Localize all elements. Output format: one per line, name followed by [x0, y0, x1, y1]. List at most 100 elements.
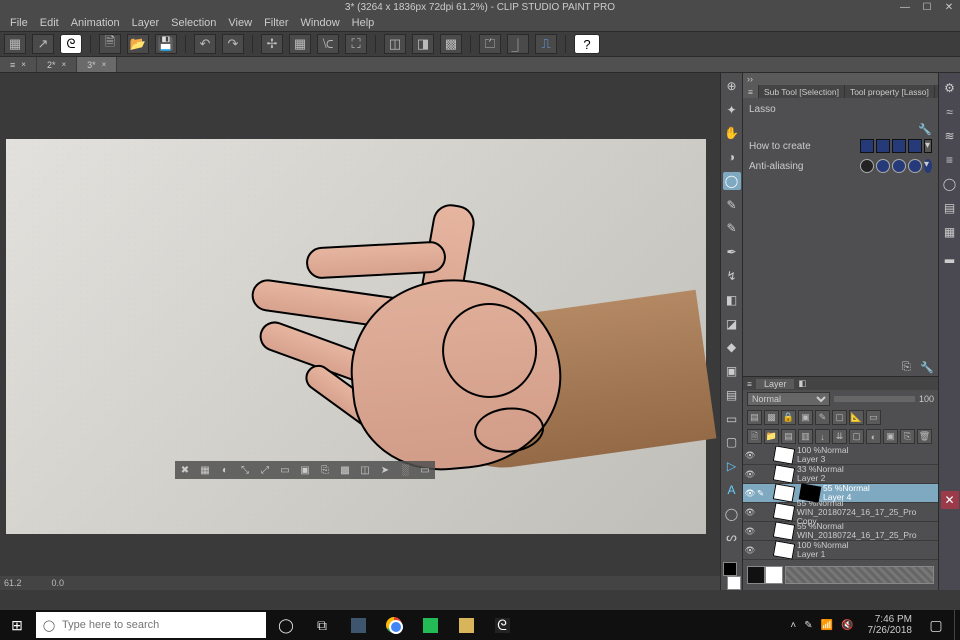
color-icon[interactable]: ▭ — [866, 410, 881, 425]
checker-icon[interactable]: ▩ — [440, 34, 462, 54]
tool-property-tab[interactable]: Tool property [Lasso] — [845, 85, 935, 98]
start-button[interactable]: ⊞ — [0, 610, 34, 640]
redo-icon[interactable]: ↷ — [222, 34, 244, 54]
taskbar-clipstudio[interactable]: ᘓ — [484, 610, 520, 640]
new-vec-icon[interactable]: ▥ — [798, 429, 813, 444]
subtool-select-tab[interactable]: Sub Tool [Selection] — [759, 85, 845, 98]
sel-deselect-icon[interactable]: ✖ — [176, 462, 194, 478]
palette-swatch[interactable] — [747, 566, 934, 584]
snap-ruler-icon[interactable]: ⏌ — [507, 34, 529, 54]
brush-tool-icon[interactable]: ✒ — [723, 243, 741, 261]
menu-animation[interactable]: Animation — [65, 17, 126, 29]
ruler-icon[interactable]: 📐 — [849, 410, 864, 425]
tray-up-icon[interactable]: ˄ — [790, 620, 796, 631]
new-layer-icon[interactable]: 🗎 — [747, 429, 762, 444]
path-icon[interactable]: ⟈ — [317, 34, 339, 54]
clip-studio-icon[interactable]: ᘓ — [60, 34, 82, 54]
zoom-tool-icon[interactable]: ⊕ — [723, 77, 741, 95]
taskbar-search[interactable]: ◯ — [36, 612, 266, 638]
eye-icon[interactable]: 👁 — [743, 507, 757, 518]
flip-h-icon[interactable]: ◫ — [384, 34, 406, 54]
new-raster-icon[interactable]: ▤ — [781, 429, 796, 444]
wrench-icon[interactable]: 🔧 — [918, 124, 932, 136]
tab-2[interactable]: 3*× — [77, 57, 117, 72]
pencil-tool-icon[interactable]: ✎ — [723, 220, 741, 238]
color-set-icon[interactable]: ▤ — [941, 199, 959, 217]
action-center-icon[interactable]: ▢ — [918, 610, 954, 640]
search-input[interactable] — [62, 619, 266, 631]
mixer-icon[interactable]: ▦ — [941, 223, 959, 241]
system-tray[interactable]: ˄ ✎ 📶 🔇 — [782, 620, 861, 631]
menu-file[interactable]: File — [4, 17, 34, 29]
circle-icon[interactable]: ◯ — [941, 175, 959, 193]
close-button[interactable]: ✕ — [938, 2, 960, 13]
task-view-icon[interactable]: ⧉ — [304, 610, 340, 640]
ref-icon[interactable]: ▣ — [798, 410, 813, 425]
menu-edit[interactable]: Edit — [34, 17, 65, 29]
sel-outline-icon[interactable]: ▭ — [416, 462, 434, 478]
tray-net-icon[interactable]: 📶 — [821, 620, 833, 631]
decoration-tool-icon[interactable]: ◧ — [723, 291, 741, 309]
sel-clear-icon[interactable]: ▭ — [276, 462, 294, 478]
open-folder-icon[interactable]: 📂 — [127, 34, 149, 54]
help-icon[interactable]: ? — [574, 34, 600, 54]
draft-icon[interactable]: ✎ — [815, 410, 830, 425]
taskbar-clock[interactable]: 7:46 PM 7/26/2018 — [862, 614, 919, 636]
correct-line-tool-icon[interactable]: ᔕ — [723, 529, 741, 547]
merge-icon[interactable]: ⇊ — [832, 429, 847, 444]
selection-launcher[interactable]: ✖ ▦ ◐ ⤡ ⤢ ▭ ▣ ⎘ ▩ ◫ ➤ ░ ▭ — [175, 461, 435, 479]
blend-tool-icon[interactable]: ◆ — [723, 338, 741, 356]
erase-icon[interactable]: ✢ — [261, 34, 283, 54]
taskbar-chrome[interactable] — [376, 610, 412, 640]
settings-wrench-icon[interactable]: 🔧 — [920, 361, 932, 373]
sel-scale-icon[interactable]: ◫ — [356, 462, 374, 478]
panel-drag-handle[interactable]: ›› — [743, 73, 938, 85]
sel-move-icon[interactable]: ➤ — [376, 462, 394, 478]
sel-fill-icon[interactable]: ▣ — [296, 462, 314, 478]
layer-row[interactable]: 👁55 %NormalWIN_20180724_16_17_25_Pro — [743, 522, 938, 541]
mask2-icon[interactable]: ▢ — [849, 429, 864, 444]
layer-row[interactable]: 👁55 %NormalWIN_20180724_16_17_25_Pro Cop… — [743, 503, 938, 522]
tab-close-icon[interactable]: × — [21, 60, 26, 69]
show-desktop[interactable] — [954, 610, 960, 640]
tray-vol-icon[interactable]: 🔇 — [841, 620, 853, 631]
sel-crop-icon[interactable]: ▦ — [196, 462, 214, 478]
taskbar-app[interactable] — [340, 610, 376, 640]
ruler-tool-icon[interactable]: ▷ — [723, 457, 741, 475]
sel-expand-icon[interactable]: ⤡ — [236, 462, 254, 478]
minimize-button[interactable]: — — [894, 2, 916, 13]
sel-shrink-icon[interactable]: ⤢ — [256, 462, 274, 478]
cortana-icon[interactable]: ◯ — [268, 610, 304, 640]
hand-tool-icon[interactable]: ✋ — [723, 125, 741, 143]
checker-icon[interactable]: ▩ — [764, 410, 779, 425]
taskbar-krita[interactable] — [412, 610, 448, 640]
wave2-icon[interactable]: ≋ — [941, 127, 959, 145]
eye-icon[interactable]: 👁 — [743, 526, 757, 537]
tray-pen-icon[interactable]: ✎ — [804, 620, 812, 631]
subtool-tab[interactable]: ≡ — [743, 85, 759, 98]
eye-icon[interactable]: 👁 — [743, 545, 757, 556]
canvas-area[interactable]: ✖ ▦ ◐ ⤡ ⤢ ▭ ▣ ⎘ ▩ ◫ ➤ ░ ▭ 61.2 0.0 — [0, 73, 720, 590]
figure-tool-icon[interactable]: ▭ — [723, 410, 741, 428]
register-preset-icon[interactable]: ⎘ — [902, 361, 914, 373]
tab-1[interactable]: 2*× — [37, 57, 77, 72]
menu-selection[interactable]: Selection — [165, 17, 222, 29]
text-tool-icon[interactable]: A — [723, 481, 741, 499]
layer-row[interactable]: 👁33 %NormalLayer 2 — [743, 465, 938, 484]
menu-filter[interactable]: Filter — [258, 17, 294, 29]
color-swatch[interactable] — [723, 562, 741, 590]
blend-mode-select[interactable]: Normal — [747, 392, 830, 406]
eye-icon[interactable]: 👁 — [743, 450, 757, 461]
maximize-button[interactable]: ☐ — [916, 2, 938, 13]
opacity-slider[interactable] — [834, 396, 915, 402]
layer-row[interactable]: 👁100 %NormalLayer 1 — [743, 541, 938, 560]
create-mode-icons[interactable]: ▾ — [860, 139, 932, 153]
new-folder-icon[interactable]: 📁 — [764, 429, 779, 444]
menu-layer[interactable]: Layer — [126, 17, 166, 29]
move-tool-icon[interactable]: ✦ — [723, 101, 741, 119]
eraser-tool-icon[interactable]: ◪ — [723, 315, 741, 333]
snap-special-icon[interactable]: ⎍ — [535, 34, 557, 54]
lines-icon[interactable]: ≡ — [941, 151, 959, 169]
grid-icon[interactable]: ▦ — [4, 34, 26, 54]
tab-close-icon[interactable]: × — [61, 60, 66, 69]
